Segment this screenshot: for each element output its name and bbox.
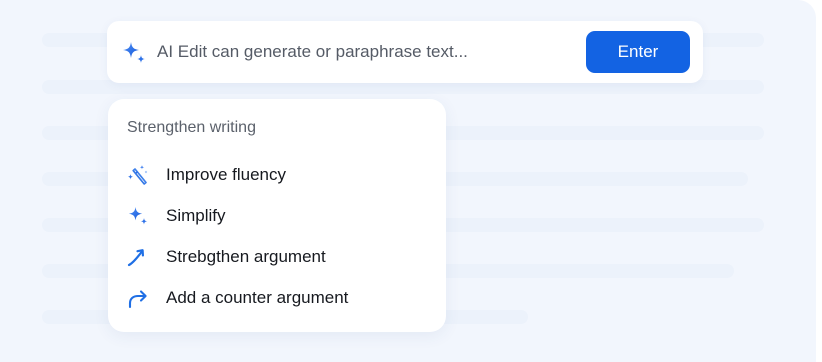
- menu-item-label: Add a counter argument: [166, 288, 349, 307]
- ai-edit-input[interactable]: [157, 37, 567, 67]
- trend-up-arrow-icon: [127, 249, 144, 267]
- sparkle-icon: [123, 42, 145, 63]
- menu-item-simplify[interactable]: Simplify: [108, 198, 446, 234]
- menu-item-add-counter-argument[interactable]: Add a counter argument: [108, 280, 446, 316]
- strengthen-writing-menu: Strengthen writing Improve fluency Simpl…: [108, 99, 446, 332]
- menu-item-label: Strebgthen argument: [166, 247, 326, 266]
- magic-wand-icon: [127, 165, 148, 185]
- sparkle-icon: [128, 207, 148, 225]
- ai-edit-bar: Enter: [107, 21, 703, 83]
- canvas: Enter Strengthen writing Improve fluency: [0, 0, 822, 362]
- menu-item-label: Simplify: [166, 206, 226, 225]
- menu-item-strengthen-argument[interactable]: Strebgthen argument: [108, 239, 446, 275]
- enter-button[interactable]: Enter: [586, 31, 690, 73]
- menu-heading: Strengthen writing: [127, 119, 256, 136]
- redirect-arrow-icon: [128, 290, 147, 309]
- menu-item-label: Improve fluency: [166, 165, 286, 184]
- menu-item-improve-fluency[interactable]: Improve fluency: [108, 157, 446, 193]
